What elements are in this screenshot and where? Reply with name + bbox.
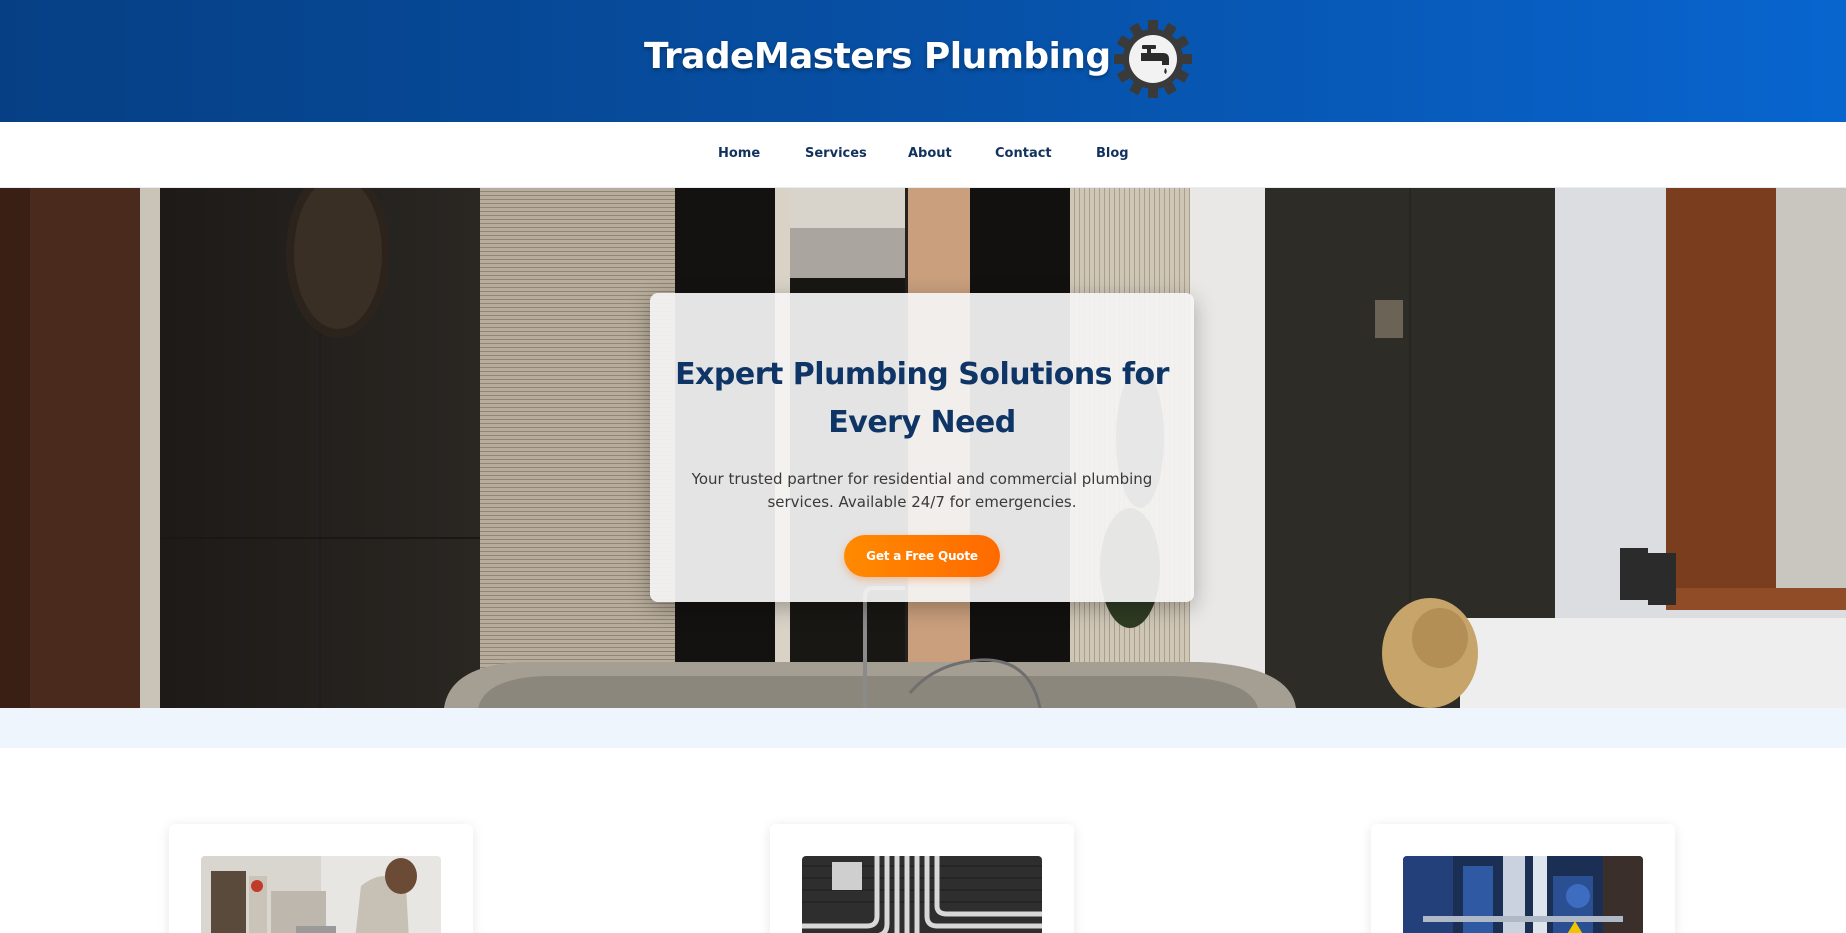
service-card[interactable] — [770, 824, 1074, 933]
technician-at-sink-photo — [201, 856, 441, 933]
service-card[interactable] — [169, 824, 473, 933]
faucet-gear-icon[interactable] — [1114, 20, 1192, 98]
site-header: TradeMasters Plumbing — [0, 0, 1846, 122]
hero-bottom-strip — [0, 708, 1846, 748]
industrial-blue-valves-photo — [1403, 856, 1643, 933]
hero-title: Expert Plumbing Solutions for Every Need — [675, 357, 1169, 440]
wall-pipes-black-white-photo — [802, 856, 1042, 933]
hero-card: Expert Plumbing Solutions for Every Need… — [650, 293, 1194, 602]
nav-contact[interactable]: Contact — [995, 146, 1052, 164]
get-free-quote-button[interactable]: Get a Free Quote — [844, 535, 1000, 577]
nav-about[interactable]: About — [908, 146, 952, 164]
main-nav: Home Services About Contact Blog — [0, 122, 1846, 188]
service-card[interactable] — [1371, 824, 1675, 933]
nav-home[interactable]: Home — [718, 146, 760, 164]
hero-section: Expert Plumbing Solutions for Every Need… — [0, 188, 1846, 708]
brand-title[interactable]: TradeMasters Plumbing — [644, 36, 1111, 82]
nav-blog[interactable]: Blog — [1096, 146, 1129, 164]
hero-subtitle: Your trusted partner for residential and… — [691, 470, 1153, 511]
nav-services[interactable]: Services — [805, 146, 867, 164]
